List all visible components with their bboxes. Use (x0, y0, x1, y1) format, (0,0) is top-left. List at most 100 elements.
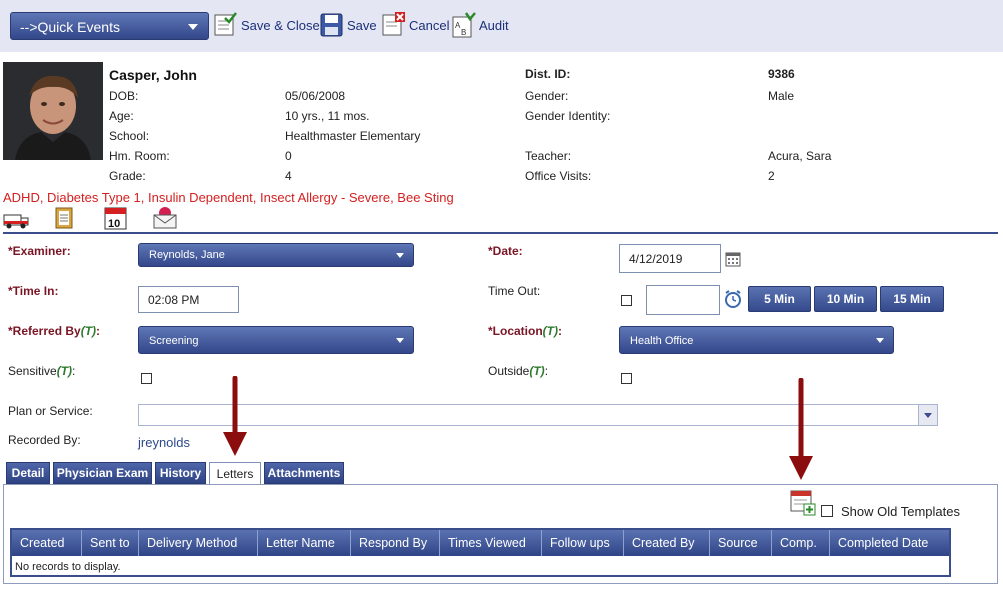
dob-value: 05/06/2008 (285, 89, 346, 103)
column-header-letter-name[interactable]: Letter Name (258, 530, 351, 556)
gender-label: Gender: (525, 89, 569, 103)
cancel-label: Cancel (409, 17, 450, 33)
calendar-picker-icon[interactable] (725, 251, 741, 270)
quick-events-dropdown[interactable]: -->Quick Events (10, 12, 209, 40)
cancel-button[interactable]: Cancel (382, 10, 449, 40)
time-in-value: 02:08 PM (148, 293, 200, 307)
chevron-down-icon (876, 338, 884, 343)
column-header-comp[interactable]: Comp. (772, 530, 830, 556)
quick-events-label: -->Quick Events (20, 19, 120, 35)
plan-dropdown-button[interactable] (918, 405, 937, 425)
teacher-value: Acura, Sara (768, 149, 832, 163)
new-letter-template-icon[interactable] (790, 490, 816, 519)
examiner-label: *Examiner: (8, 244, 71, 258)
tab-detail[interactable]: Detail (6, 462, 50, 484)
sensitive-checkbox[interactable] (141, 373, 152, 384)
plan-label: Plan or Service: (8, 404, 93, 418)
audit-icon: A B (452, 12, 476, 38)
save-button[interactable]: Save (320, 10, 377, 40)
school-label: School: (109, 129, 150, 143)
chevron-down-icon (188, 24, 198, 30)
section-divider (3, 232, 998, 234)
column-header-completed-date[interactable]: Completed Date (830, 530, 949, 556)
location-label: *Location (488, 324, 543, 338)
school-value: Healthmaster Elementary (285, 129, 421, 143)
plan-combobox[interactable] (138, 404, 938, 426)
referred-by-colon: : (96, 324, 101, 338)
grid-header: Created Sent to Delivery Method Letter N… (12, 530, 949, 556)
referred-by-label-group: *Referred By(T): (8, 324, 100, 338)
date-value: 4/12/2019 (629, 252, 683, 266)
column-header-follow-ups[interactable]: Follow ups (542, 530, 624, 556)
outside-label-group: Outside(T): (488, 364, 548, 378)
save-close-icon (214, 12, 237, 36)
save-close-button[interactable]: Save & Close (214, 10, 320, 40)
column-header-source[interactable]: Source (710, 530, 772, 556)
outside-checkbox[interactable] (621, 373, 632, 384)
audit-button[interactable]: A B Audit (452, 10, 509, 40)
tab-letters[interactable]: Letters (209, 462, 261, 485)
teacher-label: Teacher: (525, 149, 572, 163)
audit-label: Audit (479, 17, 509, 33)
svg-text:B: B (461, 28, 466, 37)
chevron-down-icon (396, 253, 404, 258)
clipboard-icon[interactable] (54, 206, 78, 233)
examiner-value: Reynolds, Jane (149, 249, 225, 261)
tab-physician-exam[interactable]: Physician Exam (53, 462, 152, 484)
referred-by-dropdown[interactable]: Screening (138, 326, 414, 354)
save-label: Save (347, 17, 377, 33)
homeroom-label: Hm. Room: (109, 149, 170, 163)
tab-history[interactable]: History (155, 462, 206, 484)
outside-colon: : (544, 364, 549, 378)
column-header-respond-by[interactable]: Respond By (351, 530, 440, 556)
letters-grid: Created Sent to Delivery Method Letter N… (10, 528, 951, 577)
referred-by-label: *Referred By (8, 324, 81, 338)
template-marker: (T) (80, 324, 97, 338)
column-header-times-viewed[interactable]: Times Viewed (440, 530, 542, 556)
fifteen-min-button[interactable]: 15 Min (880, 286, 944, 312)
location-dropdown[interactable]: Health Office (619, 326, 894, 354)
student-name: Casper, John (109, 67, 197, 83)
envelope-icon[interactable] (152, 206, 178, 233)
column-header-sent-to[interactable]: Sent to (82, 530, 139, 556)
location-colon: : (558, 324, 562, 338)
alarm-clock-icon[interactable] (724, 289, 742, 312)
show-old-templates-checkbox[interactable] (821, 505, 833, 517)
district-id-value: 9386 (768, 67, 795, 81)
cancel-icon (382, 12, 405, 36)
chevron-down-icon (396, 338, 404, 343)
date-input[interactable]: 4/12/2019 (619, 244, 721, 273)
column-header-delivery-method[interactable]: Delivery Method (139, 530, 258, 556)
time-out-checkbox[interactable] (621, 295, 632, 306)
grade-label: Grade: (109, 169, 146, 183)
no-records-message: No records to display. (15, 561, 121, 573)
gender-identity-label: Gender Identity: (525, 109, 611, 123)
ten-min-button[interactable]: 10 Min (814, 286, 877, 312)
column-header-created-by[interactable]: Created By (624, 530, 710, 556)
gender-value: Male (768, 89, 795, 103)
ambulance-icon[interactable] (3, 210, 29, 233)
student-photo-image (3, 62, 103, 160)
student-photo (3, 62, 103, 160)
examiner-dropdown[interactable]: Reynolds, Jane (138, 243, 414, 267)
annotation-arrow-down (223, 376, 247, 456)
template-marker: (T) (542, 324, 558, 338)
svg-text:10: 10 (108, 218, 120, 230)
recorded-by-label: Recorded By: (8, 433, 81, 447)
referred-by-value: Screening (149, 335, 199, 347)
age-label: Age: (109, 109, 134, 123)
grade-value: 4 (285, 169, 292, 183)
five-min-button[interactable]: 5 Min (748, 286, 811, 312)
sensitive-label-group: Sensitive(T): (8, 364, 75, 378)
time-out-label: Time Out: (488, 284, 541, 298)
tab-attachments[interactable]: Attachments (264, 462, 344, 484)
sensitive-colon: : (72, 364, 76, 378)
template-marker: (T) (56, 364, 73, 378)
template-marker: (T) (529, 364, 545, 378)
health-alerts: ADHD, Diabetes Type 1, Insulin Dependent… (3, 190, 454, 205)
calendar-icon[interactable]: 10 (104, 206, 128, 233)
time-out-input[interactable] (646, 285, 720, 315)
floppy-disk-icon (320, 13, 343, 37)
column-header-created[interactable]: Created (12, 530, 82, 556)
time-in-input[interactable]: 02:08 PM (138, 286, 239, 313)
